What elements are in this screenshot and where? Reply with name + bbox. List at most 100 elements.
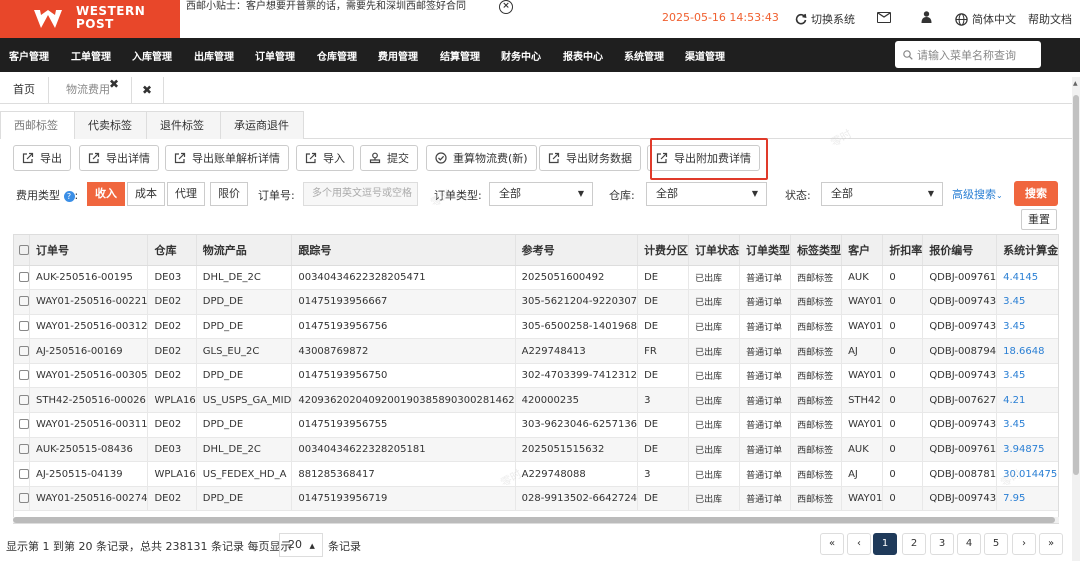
table-horizontal-scrollbar[interactable] — [13, 517, 1059, 523]
row-checkbox[interactable] — [19, 493, 29, 504]
table-row[interactable]: AJ-250515-04139 WPLA16 US_FEDEX_HD_A 881285… — [14, 461, 1058, 487]
table-row[interactable]: STH42-250516-00026 WPLA16 US_USPS_GA_MID 42… — [14, 387, 1058, 414]
export-surcharge-button[interactable]: 导出附加费详情 — [647, 145, 760, 171]
nav-item-inbound[interactable]: 入库管理 — [132, 48, 172, 63]
row-checkbox[interactable] — [19, 370, 29, 381]
col-label-type[interactable]: 标签类型 — [790, 235, 843, 266]
scroll-up-icon[interactable]: ▲ — [1073, 80, 1078, 87]
export-button[interactable]: 导出 — [13, 145, 71, 171]
export-finance-button[interactable]: 导出财务数据 — [539, 145, 641, 171]
help-link[interactable]: 帮助文档 — [1028, 11, 1072, 27]
table-row[interactable]: AUK-250516-00195 DE03 DHL_DE_2C 00340434622… — [14, 265, 1058, 291]
row-checkbox-cell[interactable] — [14, 486, 30, 512]
select-all-checkbox[interactable] — [19, 245, 29, 256]
nav-item-system[interactable]: 系统管理 — [624, 48, 664, 63]
col-warehouse[interactable]: 仓库 — [147, 235, 197, 266]
tab-xiyou-label[interactable]: 西邮标签 — [0, 111, 75, 139]
nav-item-channel[interactable]: 渠道管理 — [685, 48, 725, 63]
table-cell[interactable]: 4.4145 — [996, 265, 1058, 291]
row-checkbox[interactable] — [19, 468, 29, 479]
row-checkbox[interactable] — [19, 394, 29, 405]
pagination-button[interactable]: 2 — [902, 533, 926, 555]
tab-carrier-return[interactable]: 承运商退件 — [220, 111, 304, 139]
nav-item-order[interactable]: 订单管理 — [255, 48, 295, 63]
advanced-search-link[interactable]: 高级搜索⌄ — [952, 186, 1003, 202]
nav-item-workorder[interactable]: 工单管理 — [71, 48, 111, 63]
row-checkbox[interactable] — [19, 271, 29, 282]
row-checkbox[interactable] — [19, 296, 29, 307]
status-select[interactable]: 全部 ▼ — [821, 182, 943, 206]
nav-item-customer[interactable]: 客户管理 — [9, 48, 49, 63]
mail-icon[interactable] — [877, 12, 891, 23]
table-cell[interactable]: 30.014475 — [996, 461, 1058, 487]
tab-return-label[interactable]: 退件标签 — [146, 111, 221, 139]
col-customer[interactable]: 客户 — [841, 235, 884, 266]
nav-item-report[interactable]: 报表中心 — [563, 48, 603, 63]
col-order-type[interactable]: 订单类型 — [739, 235, 792, 266]
row-checkbox-cell[interactable] — [14, 412, 30, 438]
pagination-button[interactable]: 3 — [930, 533, 954, 555]
col-order-no[interactable]: 订单号 — [29, 235, 149, 266]
nav-item-warehouse[interactable]: 仓库管理 — [317, 48, 357, 63]
col-discount[interactable]: 折扣率 — [882, 235, 924, 266]
col-quote-no[interactable]: 报价编号 — [922, 235, 998, 266]
nav-item-settlement[interactable]: 结算管理 — [440, 48, 480, 63]
recalc-fee-button[interactable]: 重算物流费(新) — [426, 145, 537, 171]
nav-item-outbound[interactable]: 出库管理 — [194, 48, 234, 63]
table-row[interactable]: AUK-250515-08436 DE03 DHL_DE_2C 00340434622… — [14, 437, 1058, 463]
row-checkbox[interactable] — [19, 419, 29, 430]
nav-item-finance[interactable]: 财务中心 — [501, 48, 541, 63]
row-checkbox-cell[interactable] — [14, 461, 30, 487]
row-checkbox[interactable] — [19, 443, 29, 454]
table-cell[interactable]: 3.45 — [996, 289, 1058, 315]
fee-type-agent[interactable]: 代理 — [167, 182, 205, 206]
table-cell[interactable]: 3.45 — [996, 412, 1058, 438]
switch-system-button[interactable]: 切换系统 — [795, 11, 855, 27]
table-row[interactable]: WAY01-250516-00312 DE02 DPD_DE 014751939567… — [14, 314, 1058, 340]
row-checkbox-cell[interactable] — [14, 387, 30, 414]
language-selector[interactable]: 简体中文 — [955, 11, 1016, 27]
table-cell[interactable]: 3.45 — [996, 363, 1058, 389]
row-checkbox-cell[interactable] — [14, 314, 30, 340]
user-icon[interactable] — [921, 11, 932, 23]
table-cell[interactable]: 3.94875 — [996, 437, 1058, 463]
pagination-button[interactable]: « — [820, 533, 844, 555]
pagination-button[interactable]: › — [1012, 533, 1036, 555]
row-checkbox-cell[interactable] — [14, 289, 30, 315]
table-cell[interactable]: 7.95 — [996, 486, 1058, 512]
close-tab-icon[interactable]: ✖ — [109, 71, 119, 97]
close-all-tabs-button[interactable]: ✖ — [132, 77, 164, 103]
table-row[interactable]: WAY01-250516-00274 DE02 DPD_DE 014751939567… — [14, 486, 1058, 512]
row-checkbox-cell[interactable] — [14, 363, 30, 389]
submit-button[interactable]: 提交 — [360, 145, 418, 171]
fee-type-income[interactable]: 收入 — [87, 182, 125, 206]
order-type-select[interactable]: 全部 ▼ — [489, 182, 593, 206]
col-system-amount[interactable]: 系统计算金额 — [996, 235, 1058, 266]
pagination-button[interactable]: 1 — [873, 533, 897, 555]
reset-button[interactable]: 重置 — [1021, 209, 1057, 230]
close-tip-icon[interactable]: × — [499, 0, 513, 14]
fee-type-cost[interactable]: 成本 — [127, 182, 165, 206]
pagination-button[interactable]: 4 — [957, 533, 981, 555]
tab-logistics-fee[interactable]: 物流费用 ✖ — [53, 77, 132, 103]
page-scrollbar-thumb[interactable] — [1073, 95, 1079, 475]
import-button[interactable]: 导入 — [296, 145, 354, 171]
pagination-button[interactable]: » — [1039, 533, 1063, 555]
export-bill-parse-button[interactable]: 导出账单解析详情 — [165, 145, 289, 171]
table-row[interactable]: AJ-250516-00169 DE02 GLS_EU_2C 43008769872 A… — [14, 338, 1058, 364]
row-checkbox[interactable] — [19, 320, 29, 331]
pagination-button[interactable]: 5 — [984, 533, 1008, 555]
col-order-status[interactable]: 订单状态 — [688, 235, 741, 266]
col-tracking-no[interactable]: 跟踪号 — [291, 235, 516, 266]
row-checkbox-cell[interactable] — [14, 437, 30, 463]
nav-item-fee[interactable]: 费用管理 — [378, 48, 418, 63]
page-scrollbar[interactable] — [1072, 77, 1080, 561]
table-cell[interactable]: 3.45 — [996, 314, 1058, 340]
row-checkbox-cell[interactable] — [14, 265, 30, 291]
page-size-select[interactable]: 20 ▲ — [279, 533, 323, 557]
select-all-checkbox-cell[interactable] — [14, 235, 30, 266]
row-checkbox[interactable] — [19, 345, 29, 356]
table-row[interactable]: WAY01-250516-00305 DE02 DPD_DE 014751939567… — [14, 363, 1058, 389]
tab-resale-label[interactable]: 代卖标签 — [74, 111, 147, 139]
menu-search-input[interactable]: 请输入菜单名称查询 — [895, 41, 1041, 68]
